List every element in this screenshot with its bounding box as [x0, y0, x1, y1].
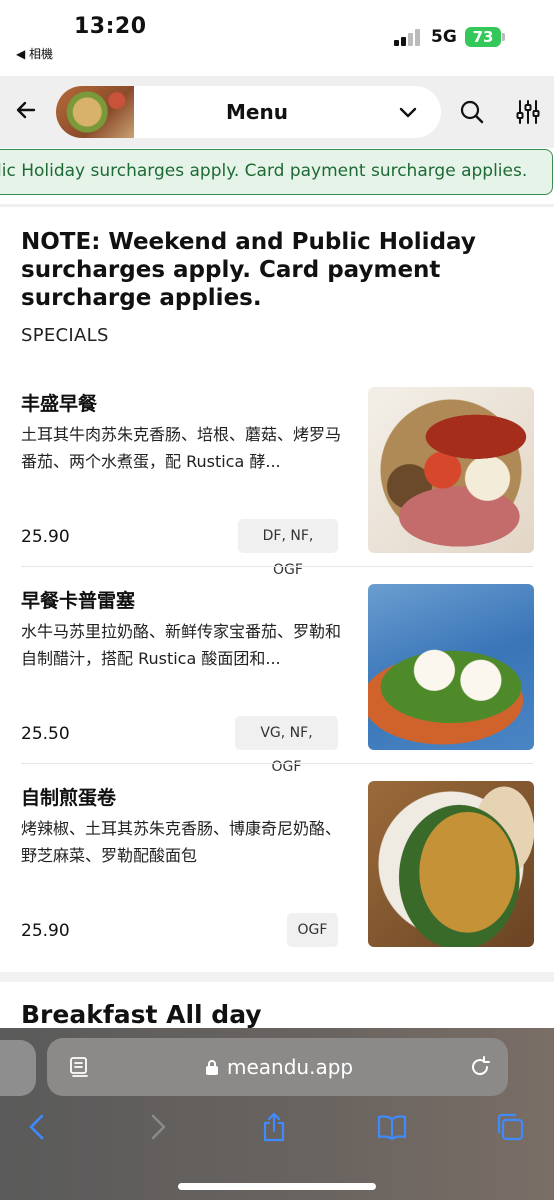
signal-icon: [394, 28, 424, 46]
address-bar[interactable]: meandu.app: [47, 1038, 508, 1096]
divider: [21, 566, 533, 567]
status-bar: 13:20 ◀ 相機 5G 73: [0, 0, 554, 76]
menu-item[interactable]: 早餐卡普雷塞 水牛马苏里拉奶酪、新鲜传家宝番茄、罗勒和自制醋汁，搭配 Rusti…: [0, 584, 554, 782]
dietary-tags: VG, NF, OGF: [235, 716, 338, 775]
menu-selector[interactable]: Menu: [56, 86, 441, 138]
venue-thumbnail: [56, 86, 134, 138]
reload-icon[interactable]: [468, 1055, 492, 1079]
menu-item-name: 自制煎蛋卷: [21, 787, 117, 809]
back-arrow-icon[interactable]: [12, 96, 40, 124]
divider: [0, 204, 554, 207]
menu-item-description: 土耳其牛肉苏朱克香肠、培根、蘑菇、烤罗马番茄、两个水煮蛋，配 Rustica 酵…: [21, 425, 342, 471]
menu-item[interactable]: 自制煎蛋卷 烤辣椒、土耳其苏朱克香肠、博康奇尼奶酪、野芝麻菜、罗勒配酸面包 25…: [0, 781, 554, 979]
menu-header: Menu: [0, 76, 554, 148]
search-icon[interactable]: [458, 98, 486, 126]
surcharge-note: NOTE: Weekend and Public Holiday surchar…: [21, 229, 476, 311]
battery-tip: [502, 33, 505, 41]
divider: [21, 763, 533, 764]
section-gap: [0, 972, 554, 982]
menu-item-price: 25.90: [21, 921, 70, 941]
browser-back-icon[interactable]: [22, 1111, 54, 1143]
menu-item-photo: [368, 584, 534, 750]
previous-tab-preview[interactable]: [0, 1040, 36, 1096]
status-time: 13:20: [74, 14, 147, 39]
lock-icon: [206, 1060, 218, 1075]
dietary-tags: OGF: [287, 913, 338, 947]
menu-item-price: 25.50: [21, 724, 70, 744]
menu-item[interactable]: 丰盛早餐 土耳其牛肉苏朱克香肠、培根、蘑菇、烤罗马番茄、两个水煮蛋，配 Rust…: [0, 387, 554, 585]
menu-item-photo: [368, 781, 534, 947]
chevron-down-icon: [399, 107, 417, 118]
menu-item-description: 水牛马苏里拉奶酪、新鲜传家宝番茄、罗勒和自制醋汁，搭配 Rustica 酸面团和…: [21, 622, 342, 668]
home-indicator: [178, 1183, 376, 1190]
menu-selector-label: Menu: [226, 100, 288, 124]
back-to-app-link[interactable]: ◀ 相機: [16, 45, 53, 62]
tabs-icon[interactable]: [494, 1111, 526, 1143]
url-text: meandu.app: [227, 1055, 354, 1079]
bookmarks-icon[interactable]: [376, 1111, 408, 1143]
network-type: 5G: [431, 27, 457, 47]
browser-forward-icon[interactable]: [141, 1111, 173, 1143]
dietary-tags: DF, NF, OGF: [238, 519, 338, 578]
share-icon[interactable]: [258, 1111, 290, 1143]
battery-icon: 73: [465, 27, 501, 47]
menu-item-photo: [368, 387, 534, 553]
reader-icon[interactable]: [69, 1056, 91, 1078]
menu-item-description: 烤辣椒、土耳其苏朱克香肠、博康奇尼奶酪、野芝麻菜、罗勒配酸面包: [21, 819, 342, 865]
menu-item-name: 早餐卡普雷塞: [21, 590, 136, 612]
section-title-specials: SPECIALS: [21, 325, 109, 346]
surcharge-banner: lic Holiday surcharges apply. Card payme…: [0, 149, 553, 195]
menu-item-price: 25.90: [21, 527, 70, 547]
filter-icon[interactable]: [514, 98, 542, 126]
section-title-breakfast: Breakfast All day: [21, 1000, 262, 1029]
menu-item-name: 丰盛早餐: [21, 393, 98, 415]
